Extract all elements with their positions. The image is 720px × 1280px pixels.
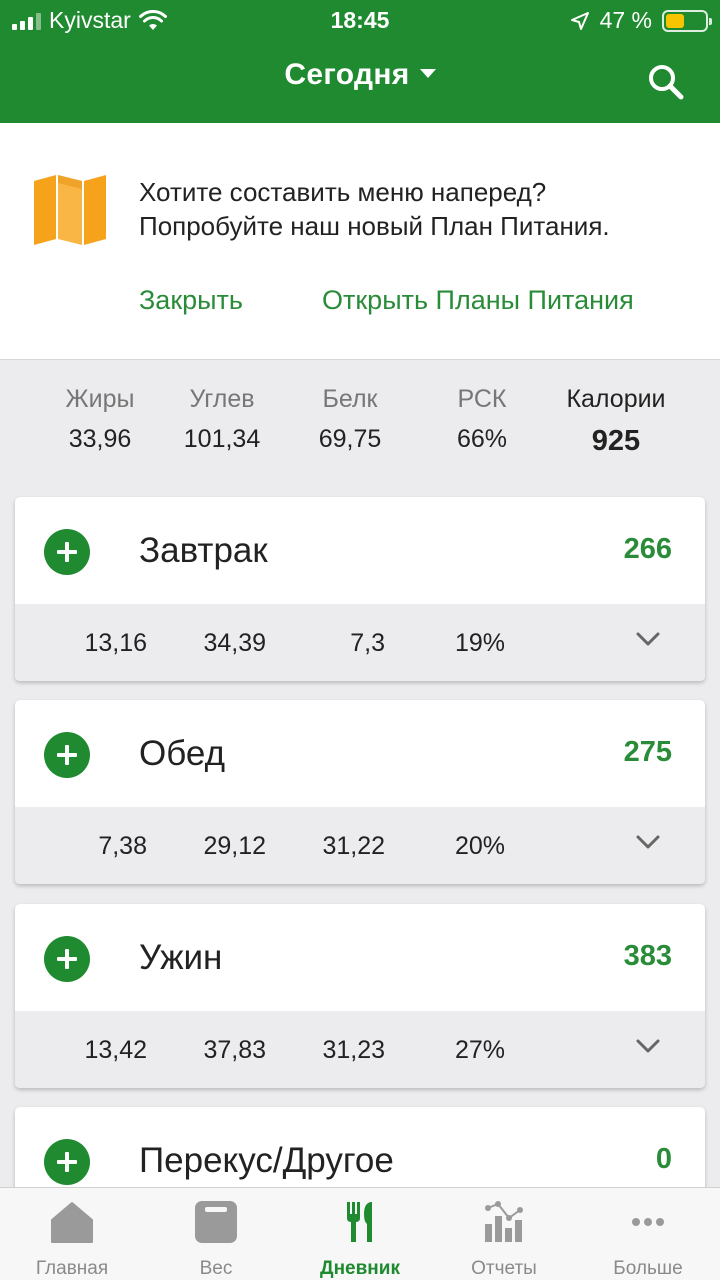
more-icon [632, 1218, 664, 1226]
macro-rdi: 27% [454, 1036, 505, 1064]
date-selector[interactable]: Сегодня [0, 58, 720, 92]
page-title: Сегодня [284, 58, 410, 91]
add-food-button[interactable] [44, 732, 90, 778]
tab-label: Больше [613, 1258, 683, 1279]
meal-card-dinner: Ужин 383 13,42 37,83 31,23 27% [15, 904, 705, 1088]
meal-plan-promo: Хотите составить меню наперед? Попробуйт… [0, 123, 720, 360]
meal-calories: 383 [623, 940, 672, 972]
home-icon [51, 1202, 93, 1243]
meal-calories: 266 [623, 533, 672, 565]
macro-fat: 7,38 [98, 832, 147, 860]
tab-label: Главная [35, 1258, 109, 1279]
tab-label: Вес [199, 1258, 233, 1279]
meal-calories: 0 [655, 1143, 672, 1175]
tab-label: Дневник [320, 1258, 400, 1279]
add-food-button[interactable] [44, 936, 90, 982]
scale-icon [195, 1201, 237, 1243]
tab-diary[interactable]: Дневник [288, 1188, 432, 1280]
summary-rdi: РСК 66% [456, 385, 508, 453]
tab-home[interactable]: Главная [0, 1188, 144, 1280]
macro-carbs: 29,12 [203, 832, 266, 860]
open-meal-plans-button[interactable]: Открыть Планы Питания [322, 285, 634, 316]
meal-name: Обед [139, 734, 225, 773]
macro-carbs: 37,83 [203, 1036, 266, 1064]
meal-header[interactable]: Завтрак 266 [15, 497, 705, 604]
summary-protein: Белк 69,75 [318, 385, 382, 453]
status-bar: Kyivstar 18:45 47 % [0, 0, 720, 40]
summary-calories: Калории 925 [566, 385, 666, 457]
tab-more[interactable]: Больше [576, 1188, 720, 1280]
chevron-down-icon[interactable] [635, 630, 661, 648]
chevron-down-icon[interactable] [635, 1037, 661, 1055]
macro-rdi: 20% [454, 832, 505, 860]
macro-protein: 31,23 [322, 1036, 385, 1064]
macro-fat: 13,16 [84, 629, 147, 657]
promo-message: Хотите составить меню наперед? Попробуйт… [139, 177, 610, 241]
tab-weight[interactable]: Вес [144, 1188, 288, 1280]
top-bar: Kyivstar 18:45 47 % Сегодня [0, 0, 720, 123]
meal-macros: 13,42 37,83 31,23 27% [15, 1011, 705, 1088]
summary-carbs: Углев 101,34 [183, 385, 261, 453]
tab-label: Отчеты [471, 1258, 537, 1279]
location-arrow-icon [570, 11, 589, 30]
meal-name: Завтрак [139, 531, 268, 570]
daily-summary: Жиры 33,96 Углев 101,34 Белк 69,75 РСК 6… [0, 385, 720, 475]
macro-carbs: 34,39 [203, 629, 266, 657]
meal-macros: 7,38 29,12 31,22 20% [15, 807, 705, 884]
add-food-button[interactable] [44, 529, 90, 575]
macro-protein: 31,22 [322, 832, 385, 860]
meal-header[interactable]: Обед 275 [15, 700, 705, 807]
meal-card-lunch: Обед 275 7,38 29,12 31,22 20% [15, 700, 705, 884]
meal-name: Перекус/Другое [139, 1141, 394, 1180]
chart-icon [485, 1201, 523, 1242]
meal-card-breakfast: Завтрак 266 13,16 34,39 7,3 19% [15, 497, 705, 681]
meal-calories: 275 [623, 736, 672, 768]
map-icon [34, 175, 106, 245]
meal-name: Ужин [139, 938, 223, 977]
macro-fat: 13,42 [84, 1036, 147, 1064]
chevron-down-icon[interactable] [635, 833, 661, 851]
tab-reports[interactable]: Отчеты [432, 1188, 576, 1280]
meal-macros: 13,16 34,39 7,3 19% [15, 604, 705, 681]
meal-header[interactable]: Ужин 383 [15, 904, 705, 1011]
battery-icon [662, 9, 712, 32]
battery-percent: 47 % [599, 7, 652, 33]
fork-knife-icon [347, 1202, 372, 1242]
close-button[interactable]: Закрыть [139, 285, 243, 316]
summary-fat: Жиры 33,96 [65, 385, 135, 453]
caret-down-icon [419, 68, 436, 78]
macro-rdi: 19% [454, 629, 505, 657]
bottom-tab-bar: Главная Вес Дневник Отчеты Больше [0, 1187, 720, 1280]
add-food-button[interactable] [44, 1139, 90, 1185]
macro-protein: 7,3 [350, 629, 385, 657]
search-icon[interactable] [646, 62, 686, 102]
